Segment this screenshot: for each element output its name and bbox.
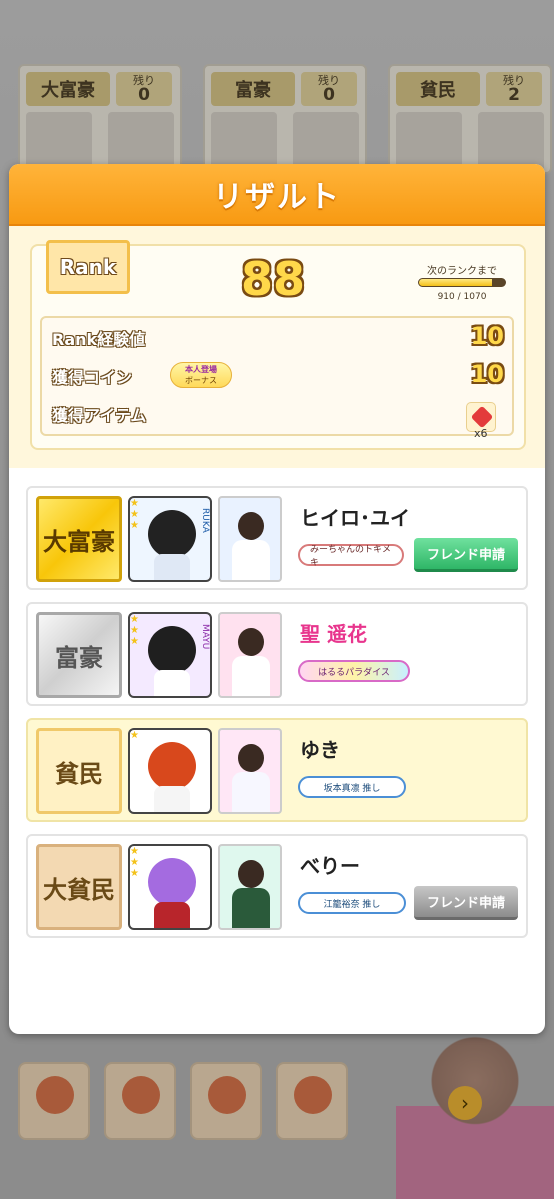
- slot-card: [293, 112, 359, 172]
- role-badge: 富豪: [36, 612, 122, 698]
- player-row: 大貧民 ★ ★ ★ べりー 江籠裕奈 推し フレンド申請: [26, 834, 528, 938]
- rank-progress-count: 910 / 1070: [437, 292, 487, 302]
- role-badge: 大貧民: [36, 844, 122, 930]
- slot-rank: 大富豪: [26, 72, 110, 106]
- player-name: ゆき: [300, 738, 340, 762]
- hand-card: [104, 1062, 176, 1140]
- photo-body: [232, 888, 270, 928]
- slot-card: [26, 112, 92, 172]
- slot-rank: 富豪: [211, 72, 295, 106]
- avatar-outfit: [154, 902, 190, 928]
- modal-title: リザルト: [213, 180, 341, 215]
- rank-value: 88: [240, 252, 305, 306]
- rank-tab: Rank: [46, 240, 130, 294]
- stat-coins: 獲得コイン 本人登場 ボーナス 10: [42, 358, 516, 394]
- hand-card: [190, 1062, 262, 1140]
- stat-value: 10: [470, 322, 504, 350]
- avatar-outfit: [154, 786, 190, 812]
- opponent-slot-2: 富豪 残り 0: [203, 64, 367, 174]
- avatar-hair: [148, 626, 196, 674]
- rank-progress-bar: [418, 278, 506, 287]
- slot-rank: 貧民: [396, 72, 480, 106]
- stat-value: 10: [470, 360, 504, 388]
- item-count: x6: [474, 427, 488, 440]
- hand-card: [18, 1062, 90, 1140]
- photo-head: [238, 628, 264, 656]
- friend-request-button[interactable]: フレンド申請: [414, 538, 518, 572]
- card-label: MAYU: [200, 624, 210, 650]
- avatar-outfit: [154, 554, 190, 580]
- player-title-tag: 江籠裕奈 推し: [298, 892, 406, 914]
- slot-card: [396, 112, 462, 172]
- photo-body: [232, 540, 270, 580]
- player-title-tag: 坂本真凛 推し: [298, 776, 406, 798]
- photo-body: [232, 656, 270, 696]
- rarity-stars: ★ ★ ★: [130, 498, 139, 531]
- role-badge: 大富豪: [36, 496, 122, 582]
- idol-photo-card: [218, 612, 282, 698]
- idol-photo-card: [218, 844, 282, 930]
- opponent-slot-3: 貧民 残り 2: [388, 64, 552, 174]
- photo-head: [238, 512, 264, 540]
- avatar-hair: [148, 858, 196, 906]
- role-badge: 貧民: [36, 728, 122, 814]
- avatar-hair: [148, 510, 196, 558]
- player-title-tag: はるるパラダイス: [298, 660, 410, 682]
- slot-card: [108, 112, 174, 172]
- hand-card: [276, 1062, 348, 1140]
- modal-header: リザルト: [9, 164, 545, 226]
- player-name: 聖 遥花: [300, 622, 367, 646]
- player-name: ヒイロ･ユイ: [300, 506, 410, 530]
- player-title-tag: みーちゃんのトキメキ: [298, 544, 404, 568]
- player-row: 大富豪 RUKA ★ ★ ★ ヒイロ･ユイ みーちゃんのトキメキ フレンド申請: [26, 486, 528, 590]
- slot-remaining: 残り 0: [116, 72, 172, 106]
- player-row: 富豪 MAYU ★ ★ ★ 聖 遥花 はるるパラダイス: [26, 602, 528, 706]
- player-row-self: 貧民 ★ ゆき 坂本真凛 推し: [26, 718, 528, 822]
- slot-remaining: 残り 2: [486, 72, 542, 106]
- chevron-right-icon: ›: [448, 1086, 482, 1120]
- avatar-hair: [148, 742, 196, 790]
- rarity-stars: ★ ★ ★: [130, 846, 139, 879]
- slot-remaining: 残り 0: [301, 72, 357, 106]
- card-label: RUKA: [200, 508, 210, 533]
- slot-card: [478, 112, 544, 172]
- next-rank-label: 次のランクまで: [427, 266, 497, 277]
- friend-request-button[interactable]: フレンド申請: [414, 886, 518, 920]
- idol-photo-card: [218, 496, 282, 582]
- rarity-stars: ★: [130, 730, 139, 741]
- photo-head: [238, 860, 264, 888]
- idol-photo-card: [218, 728, 282, 814]
- avatar: [128, 844, 212, 930]
- photo-body: [232, 772, 270, 812]
- photo-head: [238, 744, 264, 772]
- opponent-slot-1: 大富豪 残り 0: [18, 64, 182, 174]
- rarity-stars: ★ ★ ★: [130, 614, 139, 647]
- stat-items: 獲得アイテム: [42, 396, 516, 432]
- player-name: べりー: [300, 854, 360, 878]
- rewards-box: Rank経験値 10 獲得コイン 本人登場 ボーナス 10 獲得アイテム: [40, 316, 514, 436]
- avatar: [128, 728, 212, 814]
- bonus-badge: 本人登場 ボーナス: [170, 362, 232, 388]
- slot-card: [211, 112, 277, 172]
- stat-label: 獲得コイン: [52, 368, 133, 387]
- stat-rank-exp: Rank経験値 10: [42, 320, 516, 356]
- avatar-outfit: [154, 670, 190, 696]
- stat-label: Rank経験値: [52, 330, 146, 349]
- rank-progress-fill: [419, 279, 493, 286]
- stat-label: 獲得アイテム: [52, 406, 147, 425]
